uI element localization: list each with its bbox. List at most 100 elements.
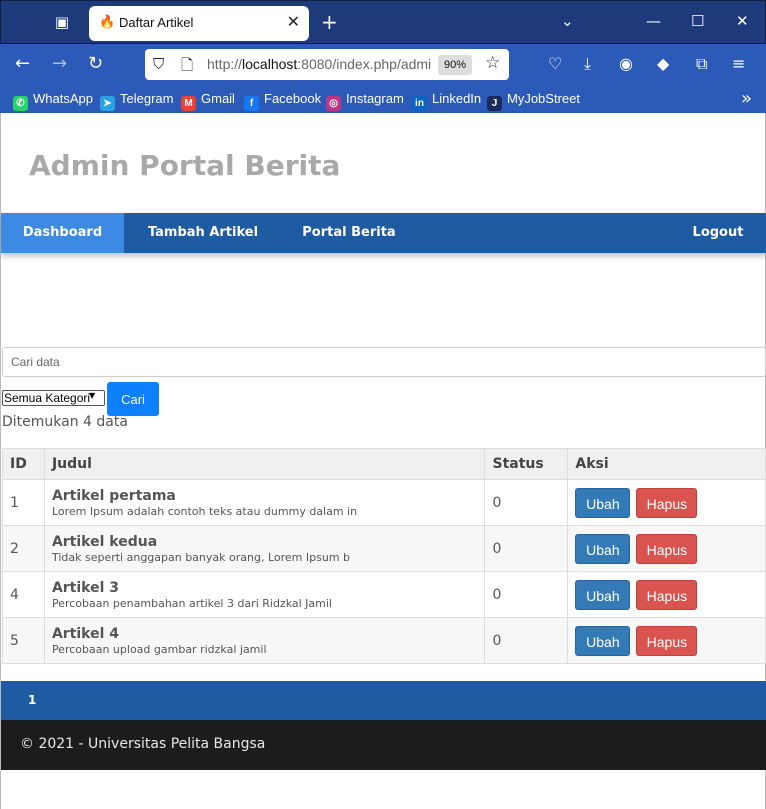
bookmark-label: LinkedIn	[432, 91, 482, 106]
edit-button[interactable]: Ubah	[575, 487, 631, 518]
cell-status: 0	[484, 617, 569, 664]
shield-icon[interactable]: ⛉	[153, 55, 164, 73]
bookmark-gmail[interactable]: M Gmail	[181, 91, 235, 111]
bookmark-label: Telegram	[120, 91, 174, 106]
url-text[interactable]: http://localhost:8080/index.php/admi	[207, 56, 433, 72]
result-count: Ditemukan 4 data	[2, 414, 128, 430]
pocket-icon[interactable]: ♡	[548, 54, 562, 73]
cell-status: 0	[484, 525, 569, 572]
edit-button[interactable]: Ubah	[575, 625, 631, 656]
table-row: 1 Artikel pertama Lorem Ipsum adalah conto…	[2, 479, 766, 526]
close-tab-icon[interactable]: ✕	[287, 12, 300, 31]
page-icon[interactable]: 🗋	[181, 55, 193, 80]
bookmark-myjobstreet[interactable]: J MyJobStreet	[487, 91, 580, 111]
footer: © 2021 - Universitas Pelita Bangsa	[1, 720, 766, 770]
browser-tab-bar: ▣ 🔥 Daftar Artikel ✕ + ⌄ — ☐ ✕	[0, 0, 766, 44]
menu-dashboard[interactable]: Dashboard	[1, 213, 124, 253]
delete-button[interactable]: Hapus	[636, 579, 698, 610]
facebook-icon: f	[244, 96, 259, 111]
table-header-row: ID Judul Status Aksi	[2, 448, 766, 480]
myjobstreet-icon: J	[487, 96, 502, 111]
minimize-icon[interactable]: —	[646, 12, 661, 30]
forward-icon[interactable]: →	[52, 52, 67, 76]
article-excerpt: Tidak seperti anggapan banyak orang, Lor…	[51, 550, 351, 564]
menu-portal-berita[interactable]: Portal Berita	[297, 213, 401, 253]
bookmark-label: Instagram	[346, 91, 404, 106]
cell-aksi: Ubah Hapus	[567, 479, 766, 526]
telegram-icon: ➤	[100, 96, 115, 111]
cell-id: 2	[2, 525, 45, 572]
extensions-icon[interactable]: ⧉	[696, 54, 707, 74]
bookmark-instagram[interactable]: ◎ Instagram	[326, 91, 404, 111]
edit-button[interactable]: Ubah	[575, 533, 631, 564]
article-title: Artikel kedua	[51, 533, 158, 550]
cell-judul: Artikel pertama Lorem Ipsum adalah contoh…	[43, 479, 486, 526]
cell-judul: Artikel kedua Tidak seperti anggapan bany…	[43, 525, 486, 572]
cell-status: 0	[484, 571, 569, 618]
cell-id: 1	[2, 479, 45, 526]
footer-text: © 2021 - Universitas Pelita Bangsa	[20, 736, 266, 752]
main-menu: Dashboard Tambah Artikel Portal Berita L…	[1, 213, 766, 253]
bookmark-linkedin[interactable]: in LinkedIn	[412, 91, 481, 111]
extension-colorful-icon[interactable]: ◆	[657, 54, 669, 73]
delete-button[interactable]: Hapus	[636, 533, 698, 564]
menu-icon[interactable]: ≡	[732, 54, 745, 73]
instagram-icon: ◎	[326, 96, 341, 111]
article-excerpt: Percobaan upload gambar ridzkal jamil	[51, 642, 267, 656]
bookmark-label: WhatsApp	[33, 91, 93, 106]
flame-icon: 🔥	[99, 15, 116, 30]
page-link-current[interactable]: 1	[28, 693, 36, 707]
download-icon[interactable]: ⤓	[584, 54, 591, 74]
delete-button[interactable]: Hapus	[636, 625, 698, 656]
cell-status: 0	[484, 479, 569, 526]
column-header-status: Status	[484, 448, 569, 480]
table-row: 4 Artikel 3 Percobaan penambahan artikel 3…	[2, 571, 766, 618]
bookmarks-bar: » ✆ WhatsApp ➤ Telegram M Gmail f Facebook ◎ Inst…	[0, 86, 766, 113]
table-row: 2 Artikel kedua Tidak seperti anggapan ban…	[2, 525, 766, 572]
pagination: 1	[1, 681, 766, 720]
tab-list-icon[interactable]: ▣	[51, 11, 73, 33]
cell-judul: Artikel 3 Percobaan penambahan artikel 3 …	[43, 571, 486, 618]
menu-tambah-artikel[interactable]: Tambah Artikel	[140, 213, 266, 253]
maximize-icon[interactable]: ☐	[691, 12, 704, 30]
article-table: ID Judul Status Aksi 1 Artikel pertama Lor…	[2, 448, 766, 664]
back-icon[interactable]: ←	[15, 52, 30, 76]
cell-aksi: Ubah Hapus	[567, 617, 766, 664]
delete-button[interactable]: Hapus	[636, 487, 698, 518]
search-input[interactable]	[2, 347, 766, 377]
article-title: Artikel 4	[51, 625, 120, 642]
kategori-select[interactable]: Semua Kategori	[2, 390, 106, 406]
search-button[interactable]: Cari	[107, 382, 159, 416]
reload-icon[interactable]: ↻	[88, 52, 103, 76]
article-title: Artikel 3	[51, 579, 120, 596]
address-bar[interactable]: ⛉ 🗋 http://localhost:8080/index.php/admi…	[145, 49, 509, 80]
cell-aksi: Ubah Hapus	[567, 525, 766, 572]
edit-button[interactable]: Ubah	[575, 579, 631, 610]
tab-title: Daftar Artikel	[119, 15, 194, 30]
menu-logout[interactable]: Logout	[685, 213, 751, 253]
whatsapp-icon: ✆	[13, 96, 28, 111]
cell-id: 5	[2, 617, 45, 664]
table-row: 5 Artikel 4 Percobaan upload gambar ridzka…	[2, 617, 766, 664]
account-icon[interactable]: ◉	[619, 54, 633, 73]
cell-judul: Artikel 4 Percobaan upload gambar ridzkal…	[43, 617, 486, 664]
bookmark-whatsapp[interactable]: ✆ WhatsApp	[13, 91, 93, 111]
cell-id: 4	[2, 571, 45, 618]
column-header-id: ID	[2, 448, 45, 480]
column-header-judul: Judul	[43, 448, 486, 480]
zoom-level[interactable]: 90%	[438, 55, 472, 75]
article-title: Artikel pertama	[51, 487, 176, 504]
page-content: Admin Portal Berita Dashboard Tambah Art…	[0, 113, 766, 809]
bookmark-label: MyJobStreet	[507, 91, 580, 106]
article-excerpt: Percobaan penambahan artikel 3 dari Ridz…	[51, 596, 332, 610]
more-bookmarks-icon[interactable]: »	[741, 88, 752, 109]
bookmark-star-icon[interactable]: ☆	[485, 53, 500, 73]
gmail-icon: M	[181, 96, 196, 111]
chevron-down-icon[interactable]: ⌄	[561, 12, 574, 30]
browser-nav-bar: ← → ↻ ⛉ 🗋 http://localhost:8080/index.ph…	[0, 44, 766, 86]
bookmark-facebook[interactable]: f Facebook	[244, 91, 321, 111]
close-window-icon[interactable]: ✕	[736, 12, 749, 30]
new-tab-icon[interactable]: +	[321, 10, 338, 34]
browser-tab[interactable]: 🔥 Daftar Artikel ✕	[89, 6, 309, 41]
bookmark-telegram[interactable]: ➤ Telegram	[100, 91, 173, 111]
